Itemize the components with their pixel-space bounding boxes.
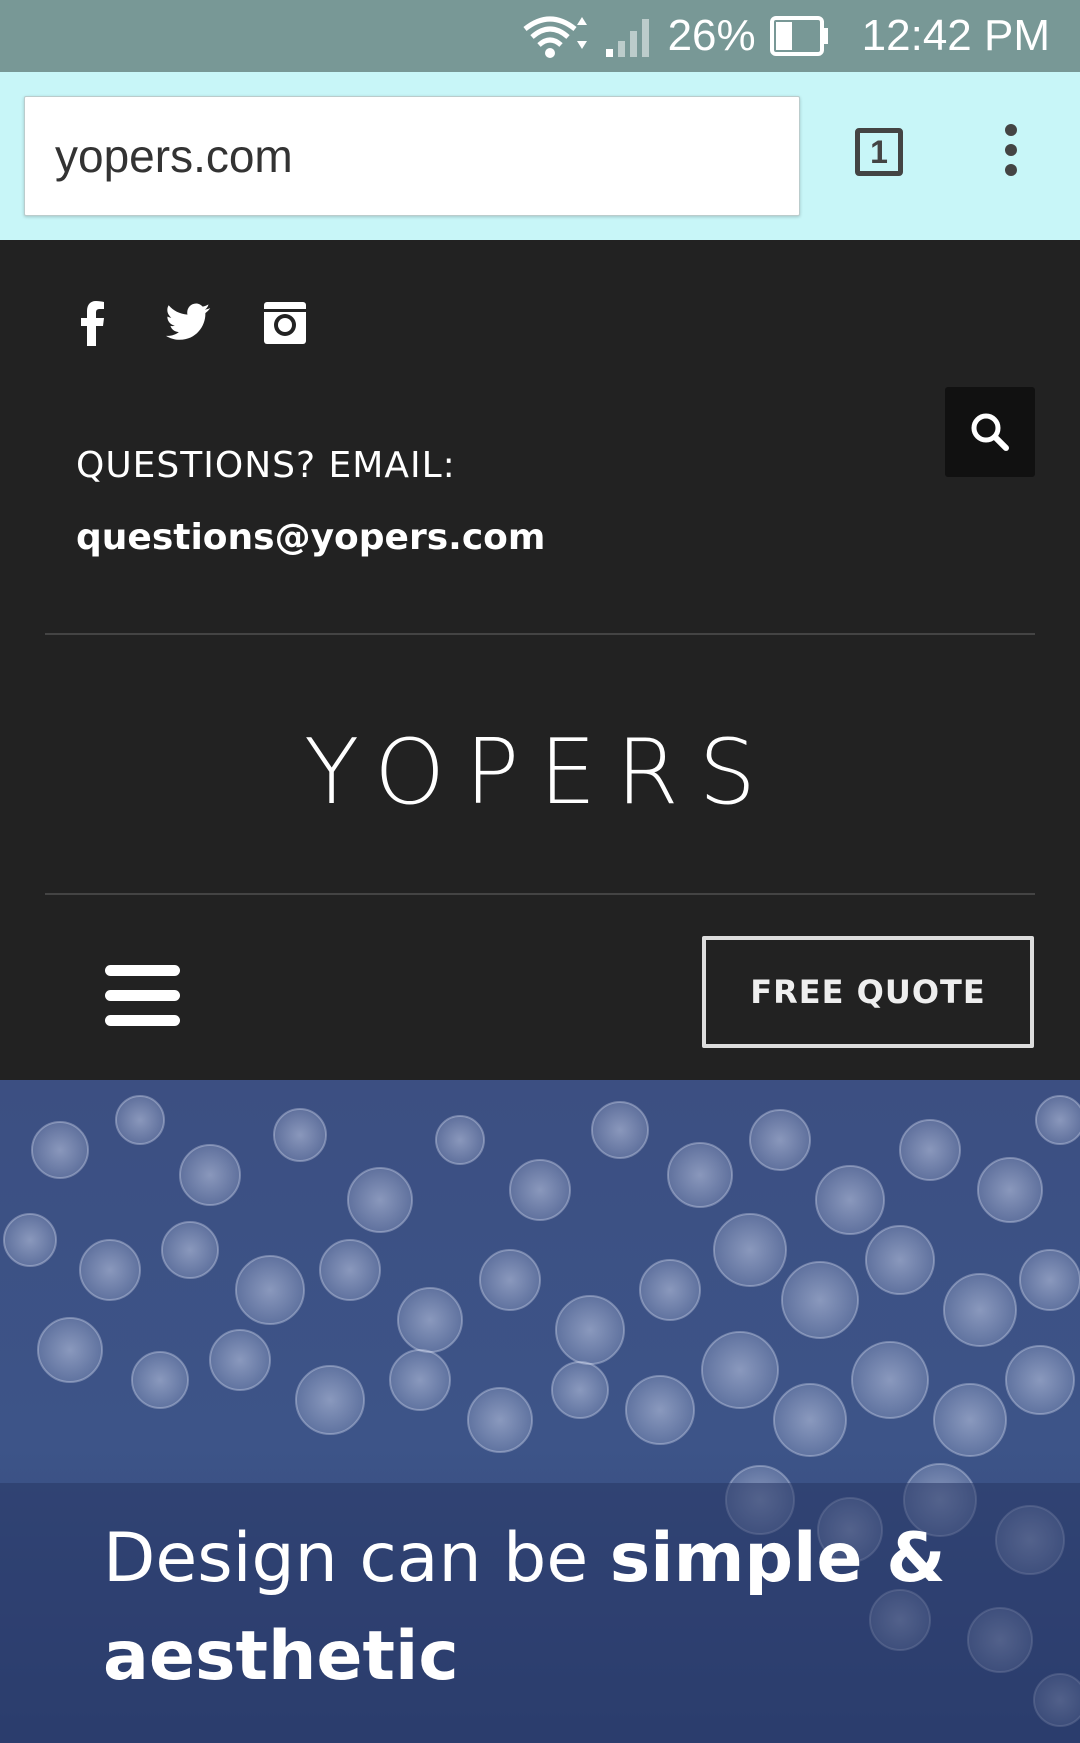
status-bar: 26% 12:42 PM: [0, 0, 1080, 72]
browser-menu-icon[interactable]: [996, 124, 1026, 180]
hamburger-menu-icon[interactable]: [105, 965, 180, 1027]
site-header: QUESTIONS? EMAIL: questions@yopers.com Y…: [0, 240, 1080, 1080]
address-bar[interactable]: yopers.com: [24, 96, 800, 216]
browser-toolbar: yopers.com 1: [0, 72, 1080, 240]
tab-switcher-button[interactable]: 1: [855, 128, 903, 176]
questions-label: QUESTIONS? EMAIL:: [76, 445, 456, 486]
search-button[interactable]: [945, 387, 1035, 477]
search-icon: [971, 413, 1009, 451]
contact-email-link[interactable]: questions@yopers.com: [76, 517, 545, 558]
signal-icon: [605, 19, 649, 57]
header-divider: [45, 893, 1035, 895]
wifi-icon: [523, 16, 587, 58]
instagram-icon[interactable]: [262, 300, 308, 346]
site-logo[interactable]: YOPERS: [0, 720, 1080, 825]
twitter-icon[interactable]: [166, 300, 212, 346]
battery-icon: [769, 16, 828, 56]
facebook-icon[interactable]: [70, 300, 116, 346]
hero-heading-regular: Design can be: [103, 1519, 589, 1598]
free-quote-button[interactable]: FREE QUOTE: [702, 936, 1034, 1048]
header-divider: [45, 633, 1035, 635]
url-text: yopers.com: [55, 130, 293, 182]
hero-heading: Design can be simple & aesthetic: [103, 1510, 1003, 1706]
hero-banner: Design can be simple & aesthetic: [0, 1080, 1080, 1743]
clock: 12:42 PM: [861, 11, 1050, 60]
social-links: [70, 300, 308, 346]
battery-percent: 26%: [667, 11, 756, 60]
